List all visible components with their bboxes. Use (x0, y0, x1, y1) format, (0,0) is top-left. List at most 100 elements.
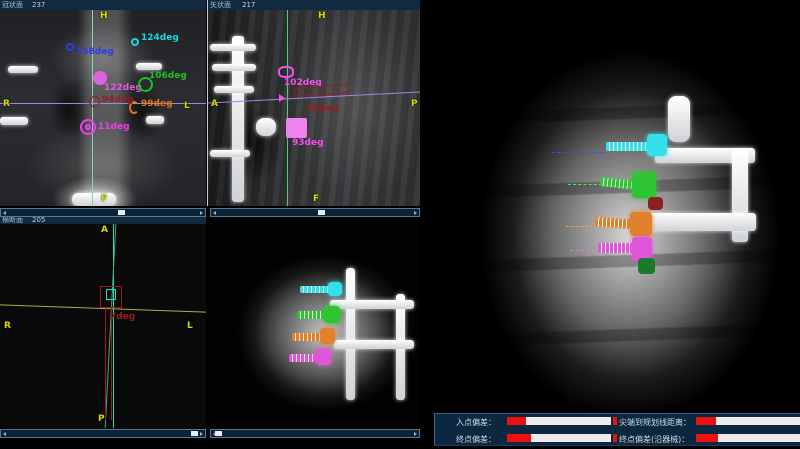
coronal-title: 冠状面 (2, 0, 23, 10)
implant-rod-vertical (232, 36, 244, 202)
scrollbar-thumb[interactable] (118, 210, 125, 215)
angle-label: 11deg (98, 122, 130, 132)
implant-rod-vertical (346, 268, 355, 400)
implant-rod (210, 44, 256, 51)
axial-title: 横断面 (2, 216, 23, 224)
metric-bar (696, 417, 800, 425)
orientation-marker-left: R (3, 99, 10, 109)
main-3d-viewport[interactable] (420, 0, 800, 449)
implant-rod (136, 63, 162, 70)
trajectory-line-blue (552, 152, 604, 153)
axial-slice-scrollbar[interactable] (0, 429, 206, 438)
coronal-viewport-header: 冠状面 237 (0, 0, 206, 10)
screw-orange-head[interactable] (320, 328, 335, 344)
scrollbar-thumb[interactable] (318, 210, 325, 215)
trajectory-line-orange (566, 226, 598, 227)
scroll-left-arrow[interactable] (213, 211, 216, 215)
screw-handle-blue[interactable] (66, 43, 74, 51)
screw-green[interactable] (297, 311, 327, 319)
screw-orange[interactable] (292, 333, 322, 341)
metric-bar (507, 434, 611, 442)
sagittal-slice-number: 217 (242, 0, 255, 10)
mini-3d-viewport[interactable] (208, 216, 420, 428)
screw-handle-darkred[interactable] (89, 96, 100, 107)
coronal-slice-number: 237 (32, 0, 45, 10)
implant-bright-area (72, 193, 116, 206)
metric-bar-fill (696, 417, 716, 425)
scrollbar-thumb[interactable] (215, 431, 222, 436)
metric-label: 入点偏差： (456, 418, 496, 427)
crosshair-vertical-line[interactable] (92, 10, 93, 206)
implant-rod (0, 117, 28, 125)
screw-cyan-head[interactable] (647, 134, 667, 156)
screw-magenta[interactable] (289, 354, 319, 362)
orientation-marker-bottom: F (101, 194, 107, 204)
trajectory-arrow-magenta (279, 94, 285, 102)
scrollbar-thumb[interactable] (191, 431, 198, 436)
orientation-marker-top: H (100, 11, 108, 21)
metric-bar-endcap (613, 417, 617, 425)
axial-slice-number: 205 (32, 216, 45, 224)
screw-green-head[interactable] (324, 306, 340, 323)
angle-label: 99deg (307, 104, 339, 114)
sagittal-viewport[interactable]: 矢状面 217 102deg 99deg 93deg H F A P (208, 0, 420, 206)
sagittal-title: 矢状面 (210, 0, 231, 10)
screw-handle-magenta[interactable] (278, 66, 294, 78)
mini-3d-scrollbar[interactable] (210, 429, 420, 438)
orientation-marker-right: L (187, 321, 193, 331)
screw-darkgreen-head[interactable] (638, 258, 655, 274)
angle-label: 158deg (76, 47, 114, 57)
screw-magenta-head[interactable] (316, 349, 331, 365)
screw-guide-line (105, 308, 106, 420)
orientation-marker-top: A (101, 225, 108, 235)
screw-handle-magenta2[interactable] (80, 119, 96, 135)
screw-handle-inner-ring (85, 124, 91, 130)
screw-guide-line (111, 308, 112, 420)
screw-handle-magenta-square[interactable] (286, 118, 307, 138)
implant-rod (210, 150, 250, 157)
implant-rod (334, 340, 414, 349)
crosshair-vertical-line[interactable] (287, 10, 288, 206)
scroll-right-arrow[interactable] (200, 432, 203, 436)
angle-label: 99deg (141, 99, 173, 109)
screw-green-head[interactable] (632, 172, 656, 198)
orientation-marker-right: L (184, 101, 190, 111)
coronal-viewport[interactable]: 冠状面 237 158deg 124deg 122deg 106deg 99de… (0, 0, 206, 206)
metric-bar (507, 417, 611, 425)
trajectory-line-magenta (570, 250, 600, 251)
sagittal-slice-scrollbar[interactable] (210, 208, 420, 217)
surgical-navigation-app: 冠状面 237 158deg 124deg 122deg 106deg 99de… (0, 0, 800, 449)
screw-handle-cyan[interactable] (131, 38, 139, 46)
sagittal-viewport-header: 矢状面 217 (208, 0, 420, 10)
scroll-right-arrow[interactable] (414, 211, 417, 215)
scroll-right-arrow[interactable] (414, 432, 417, 436)
implant-bright-area (668, 96, 690, 142)
screw-cyan-head[interactable] (328, 282, 342, 296)
axial-ct-image[interactable] (0, 224, 206, 428)
metric-bar-fill (507, 417, 526, 425)
orientation-marker-bottom: P (98, 414, 105, 424)
coronal-slice-scrollbar[interactable] (0, 208, 206, 217)
scroll-left-arrow[interactable] (3, 211, 6, 215)
screw-maroon-head[interactable] (648, 197, 663, 210)
screw-cyan[interactable] (606, 142, 650, 151)
axial-viewport[interactable]: 横断面 205 7deg A P R L (0, 216, 206, 428)
viewport-separator (207, 0, 208, 206)
scroll-left-arrow[interactable] (3, 432, 6, 436)
deviation-metrics-panel: 入点偏差： 终点偏差： 尖端到规划线距离： 终点偏差(沿器械)： (434, 413, 800, 446)
screw-magenta[interactable] (598, 243, 634, 253)
scroll-right-arrow[interactable] (200, 211, 203, 215)
angle-label: 93deg (292, 138, 324, 148)
angle-label: 94deg (102, 95, 134, 105)
angle-label: 7deg (110, 312, 135, 322)
metric-bar (696, 434, 800, 442)
metric-label: 尖端到规划线距离： (619, 418, 691, 427)
trajectory-line-green (568, 184, 602, 185)
orientation-marker-bottom: F (313, 194, 319, 204)
target-box-cyan (106, 289, 116, 300)
axial-viewport-header: 横断面 205 (0, 216, 206, 224)
metric-bar-endcap (613, 434, 617, 442)
screw-orange-head[interactable] (630, 212, 652, 236)
angle-label: 124deg (141, 33, 179, 43)
angle-label: 106deg (149, 71, 187, 81)
